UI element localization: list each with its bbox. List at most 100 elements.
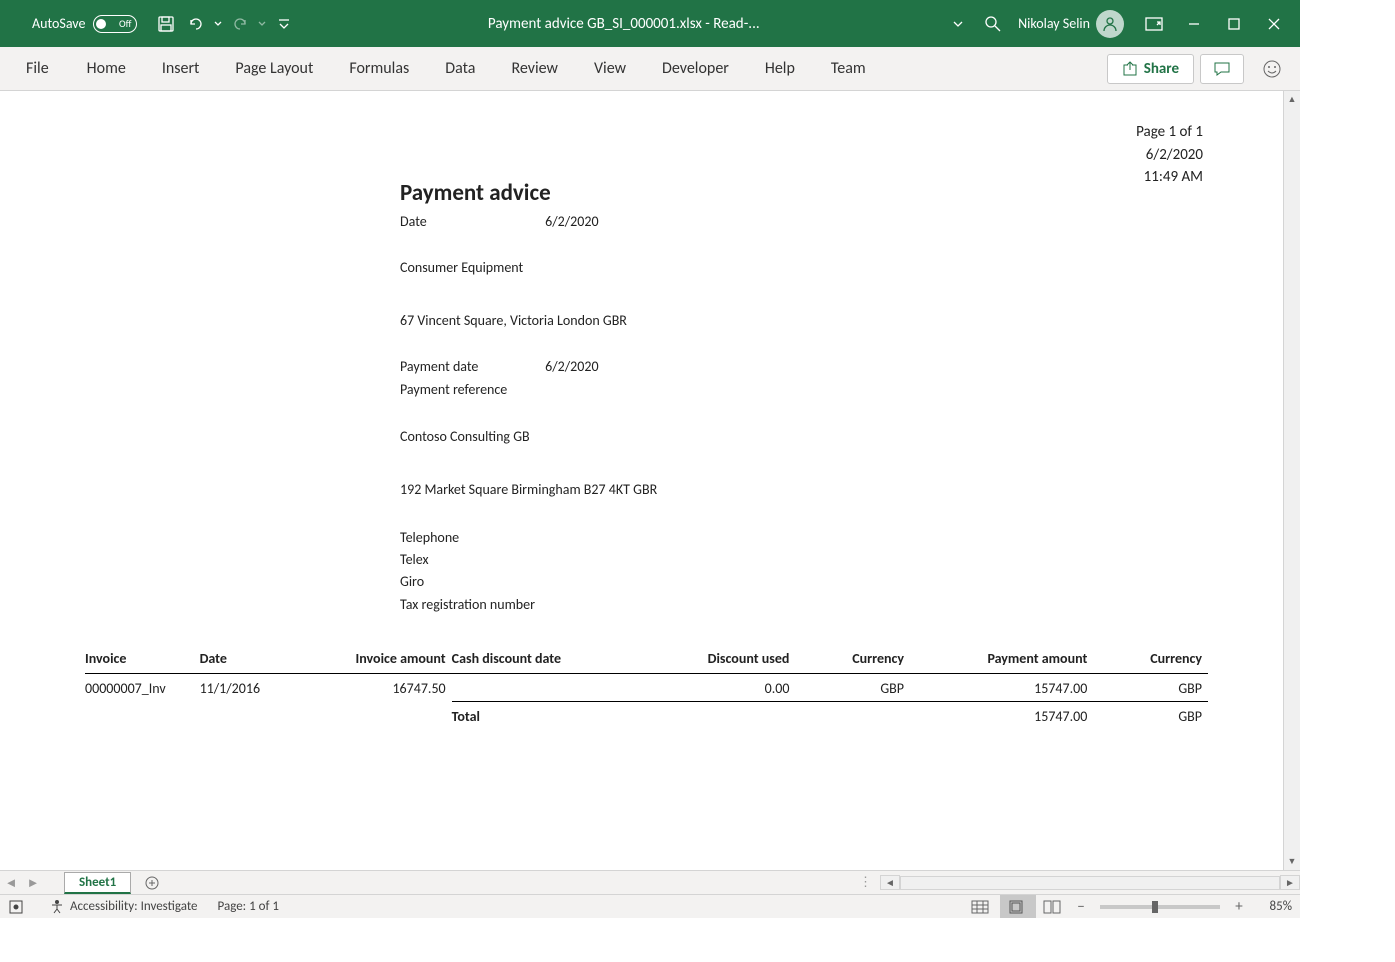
accessibility-status[interactable]: Accessibility: Investigate xyxy=(49,899,198,915)
redo-icon[interactable] xyxy=(225,0,255,47)
telephone-label: Telephone xyxy=(400,529,459,546)
zoom-level[interactable]: 85% xyxy=(1248,899,1292,914)
view-page-break-icon[interactable] xyxy=(1036,895,1072,918)
ribbon-tabs: File Home Insert Page Layout Formulas Da… xyxy=(0,47,1300,91)
payment-date-label: Payment date xyxy=(400,358,542,375)
vendor-address: 67 Vincent Square, Victoria London GBR xyxy=(400,312,627,329)
sheet-nav-prev-icon[interactable]: ◄ xyxy=(0,875,22,891)
page-date: 6/2/2020 xyxy=(1136,144,1203,167)
tab-view[interactable]: View xyxy=(576,47,644,91)
zoom-slider[interactable] xyxy=(1100,905,1220,909)
hscroll-track[interactable] xyxy=(900,876,1280,890)
total-label: Total xyxy=(452,702,635,730)
page-header-info: Page 1 of 1 6/2/2020 11:49 AM xyxy=(1136,121,1203,189)
undo-icon[interactable] xyxy=(181,0,211,47)
table-total-row: Total 15747.00 GBP xyxy=(85,702,1208,730)
cell-cash-discount-date xyxy=(452,674,635,702)
document-area: Page 1 of 1 6/2/2020 11:49 AM Payment ad… xyxy=(0,91,1300,871)
autosave-state: Off xyxy=(119,17,131,30)
horizontal-scrollbar[interactable]: ⋮ ◄ ► xyxy=(859,875,1300,890)
minimize-icon[interactable] xyxy=(1174,0,1214,47)
zoom-in-icon[interactable]: + xyxy=(1230,898,1248,916)
table-row: 00000007_Inv 11/1/2016 16747.50 0.00 GBP… xyxy=(85,674,1208,702)
th-currency1: Currency xyxy=(795,646,910,674)
cell-date: 11/1/2016 xyxy=(200,674,292,702)
payment-ref-label: Payment reference xyxy=(400,381,507,398)
vertical-scrollbar[interactable]: ▲ ▼ xyxy=(1283,91,1300,870)
record-macro-icon[interactable] xyxy=(8,899,29,915)
th-currency2: Currency xyxy=(1093,646,1208,674)
customize-qat-icon[interactable] xyxy=(269,0,299,47)
date-value: 6/2/2020 xyxy=(545,213,598,230)
view-page-layout-icon[interactable] xyxy=(1000,895,1036,918)
autosave-label: AutoSave xyxy=(32,15,85,32)
title-dropdown-icon[interactable] xyxy=(948,0,968,47)
cell-invoice: 00000007_Inv xyxy=(85,674,200,702)
page-number: Page 1 of 1 xyxy=(1136,121,1203,144)
share-button[interactable]: Share xyxy=(1107,54,1194,84)
redo-dropdown-icon[interactable] xyxy=(255,0,269,47)
company-name: Contoso Consulting GB xyxy=(400,428,530,445)
invoice-table: Invoice Date Invoice amount Cash discoun… xyxy=(85,646,1208,729)
scroll-up-icon[interactable]: ▲ xyxy=(1284,91,1300,108)
ribbon-display-icon[interactable] xyxy=(1134,0,1174,47)
tab-developer[interactable]: Developer xyxy=(644,47,747,91)
tab-page-layout[interactable]: Page Layout xyxy=(217,47,331,91)
view-normal-icon[interactable] xyxy=(964,895,1000,918)
tab-team[interactable]: Team xyxy=(813,47,884,91)
cell-payment-amount: 15747.00 xyxy=(910,674,1093,702)
doc-title: Payment advice xyxy=(400,179,551,207)
hscroll-left-icon[interactable]: ◄ xyxy=(880,875,900,890)
taxreg-label: Tax registration number xyxy=(400,596,535,613)
date-label: Date xyxy=(400,213,542,230)
total-currency: GBP xyxy=(1093,702,1208,730)
page-content[interactable]: Page 1 of 1 6/2/2020 11:49 AM Payment ad… xyxy=(10,91,1283,870)
cell-invoice-amount: 16747.50 xyxy=(291,674,451,702)
sheet-tab-bar: ◄ ► Sheet1 ⋮ ◄ ► xyxy=(0,871,1300,895)
th-invoice: Invoice xyxy=(85,646,200,674)
tab-data[interactable]: Data xyxy=(427,47,493,91)
feedback-smile-icon[interactable] xyxy=(1250,54,1294,84)
comments-icon[interactable] xyxy=(1200,54,1244,84)
tab-review[interactable]: Review xyxy=(493,47,576,91)
tab-formulas[interactable]: Formulas xyxy=(331,47,427,91)
add-sheet-icon[interactable] xyxy=(141,872,163,894)
th-invoice-amount: Invoice amount xyxy=(291,646,451,674)
th-date: Date xyxy=(200,646,292,674)
share-label: Share xyxy=(1144,60,1179,78)
scroll-down-icon[interactable]: ▼ xyxy=(1284,853,1300,870)
tab-file[interactable]: File xyxy=(6,47,69,91)
cell-currency2: GBP xyxy=(1093,674,1208,702)
table-header-row: Invoice Date Invoice amount Cash discoun… xyxy=(85,646,1208,674)
sheet-nav-next-icon[interactable]: ► xyxy=(22,875,44,891)
title-bar: AutoSave Off Payment advice GB_SI_000001… xyxy=(0,0,1300,47)
user-name: Nikolay Selin xyxy=(1018,15,1090,32)
tab-help[interactable]: Help xyxy=(747,47,813,91)
sheet-tab-sheet1[interactable]: Sheet1 xyxy=(64,872,131,894)
giro-label: Giro xyxy=(400,573,424,590)
zoom-out-icon[interactable]: − xyxy=(1072,898,1090,916)
total-amount: 15747.00 xyxy=(910,702,1093,730)
accessibility-label: Accessibility: Investigate xyxy=(70,899,198,914)
maximize-icon[interactable] xyxy=(1214,0,1254,47)
th-cash-discount-date: Cash discount date xyxy=(452,646,635,674)
autosave-toggle[interactable]: Off xyxy=(93,15,137,33)
th-discount-used: Discount used xyxy=(635,646,795,674)
page-time: 11:49 AM xyxy=(1136,166,1203,189)
undo-dropdown-icon[interactable] xyxy=(211,0,225,47)
close-icon[interactable] xyxy=(1254,0,1294,47)
hscroll-right-icon[interactable]: ► xyxy=(1280,875,1300,890)
page-status: Page: 1 of 1 xyxy=(218,899,279,914)
cell-currency1: GBP xyxy=(795,674,910,702)
tab-home[interactable]: Home xyxy=(69,47,144,91)
status-bar: Accessibility: Investigate Page: 1 of 1 … xyxy=(0,895,1300,918)
save-icon[interactable] xyxy=(151,0,181,47)
th-payment-amount: Payment amount xyxy=(910,646,1093,674)
search-icon[interactable] xyxy=(968,0,1018,47)
company-address: 192 Market Square Birmingham B27 4KT GBR xyxy=(400,481,657,498)
user-avatar[interactable] xyxy=(1096,10,1124,38)
telex-label: Telex xyxy=(400,551,429,568)
payment-date-value: 6/2/2020 xyxy=(545,358,598,375)
tab-insert[interactable]: Insert xyxy=(144,47,218,91)
cell-discount-used: 0.00 xyxy=(635,674,795,702)
